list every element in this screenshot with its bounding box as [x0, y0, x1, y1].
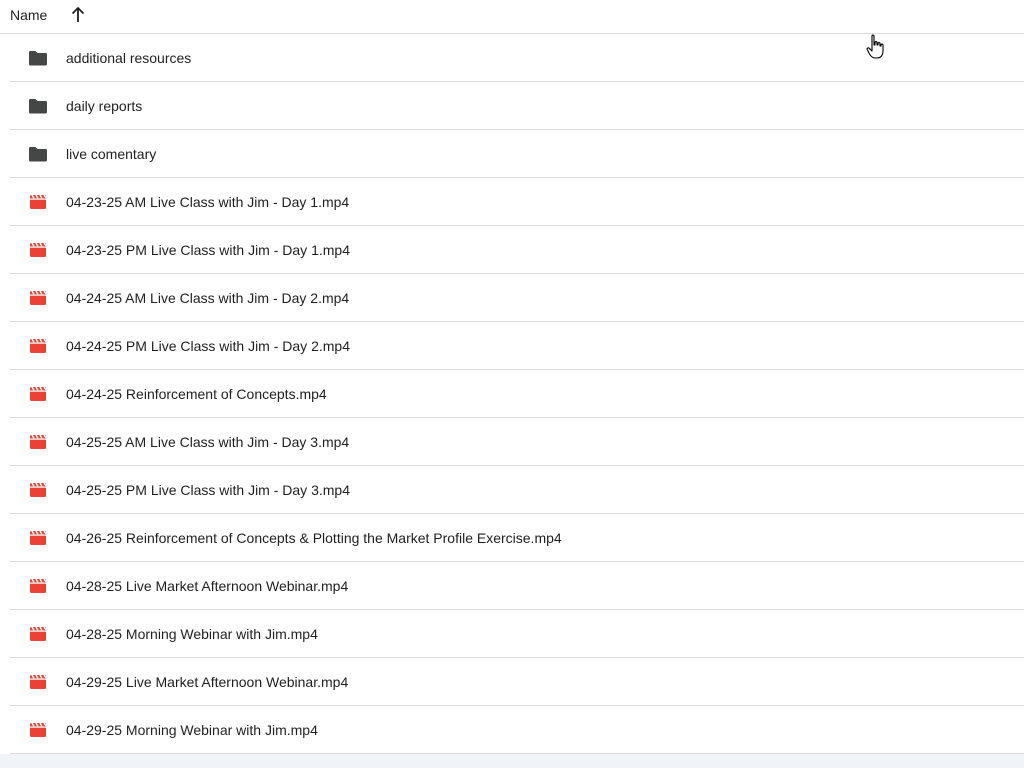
video-file-icon [29, 578, 49, 594]
row-label: 04-24-25 PM Live Class with Jim - Day 2.… [66, 338, 350, 354]
file-row[interactable]: 04-23-25 PM Live Class with Jim - Day 1.… [10, 226, 1024, 274]
row-label: 04-29-25 Live Market Afternoon Webinar.m… [66, 674, 349, 690]
file-row[interactable]: 04-28-25 Live Market Afternoon Webinar.m… [10, 562, 1024, 610]
file-row[interactable]: 04-29-25 Morning Webinar with Jim.mp4 [10, 706, 1024, 754]
video-file-icon [29, 386, 49, 402]
video-file-icon [29, 290, 49, 306]
video-file-icon [29, 242, 49, 258]
folder-icon [28, 98, 48, 114]
row-label: 04-29-25 Morning Webinar with Jim.mp4 [66, 722, 318, 738]
row-label: 04-24-25 Reinforcement of Concepts.mp4 [66, 386, 327, 402]
bottom-strip [0, 754, 1024, 768]
file-row[interactable]: 04-25-25 AM Live Class with Jim - Day 3.… [10, 418, 1024, 466]
file-row[interactable]: 04-28-25 Morning Webinar with Jim.mp4 [10, 610, 1024, 658]
name-column-header[interactable]: Name [10, 7, 47, 23]
file-row[interactable]: 04-24-25 AM Live Class with Jim - Day 2.… [10, 274, 1024, 322]
row-label: 04-23-25 PM Live Class with Jim - Day 1.… [66, 242, 350, 258]
file-row[interactable]: 04-26-25 Reinforcement of Concepts & Plo… [10, 514, 1024, 562]
file-list-page: Name additional resources daily reports li… [0, 0, 1024, 768]
hand-pointer-icon [866, 34, 884, 59]
row-label: 04-25-25 PM Live Class with Jim - Day 3.… [66, 482, 350, 498]
arrow-up-icon[interactable] [70, 6, 86, 24]
file-row[interactable]: 04-24-25 Reinforcement of Concepts.mp4 [10, 370, 1024, 418]
video-file-icon [29, 338, 49, 354]
row-label: live comentary [66, 146, 157, 162]
video-file-icon [29, 434, 49, 450]
file-row[interactable]: 04-25-25 PM Live Class with Jim - Day 3.… [10, 466, 1024, 514]
folder-icon [28, 146, 48, 162]
folder-row[interactable]: daily reports [10, 82, 1024, 130]
row-label: 04-26-25 Reinforcement of Concepts & Plo… [66, 530, 562, 546]
video-file-icon [29, 674, 49, 690]
row-label: 04-28-25 Morning Webinar with Jim.mp4 [66, 626, 318, 642]
video-file-icon [29, 530, 49, 546]
file-list: additional resources daily reports live co… [10, 34, 1024, 754]
video-file-icon [29, 626, 49, 642]
video-file-icon [29, 194, 49, 210]
file-row[interactable]: 04-29-25 Live Market Afternoon Webinar.m… [10, 658, 1024, 706]
row-label: 04-23-25 AM Live Class with Jim - Day 1.… [66, 194, 350, 210]
video-file-icon [29, 722, 49, 738]
file-row[interactable]: 04-23-25 AM Live Class with Jim - Day 1.… [10, 178, 1024, 226]
file-row[interactable]: 04-24-25 PM Live Class with Jim - Day 2.… [10, 322, 1024, 370]
folder-icon [28, 50, 48, 66]
row-label: additional resources [66, 50, 192, 66]
video-file-icon [29, 482, 49, 498]
folder-row[interactable]: live comentary [10, 130, 1024, 178]
row-label: daily reports [66, 98, 143, 114]
row-label: 04-25-25 AM Live Class with Jim - Day 3.… [66, 434, 350, 450]
column-header-bar: Name [0, 0, 1024, 34]
row-label: 04-24-25 AM Live Class with Jim - Day 2.… [66, 290, 350, 306]
row-label: 04-28-25 Live Market Afternoon Webinar.m… [66, 578, 349, 594]
